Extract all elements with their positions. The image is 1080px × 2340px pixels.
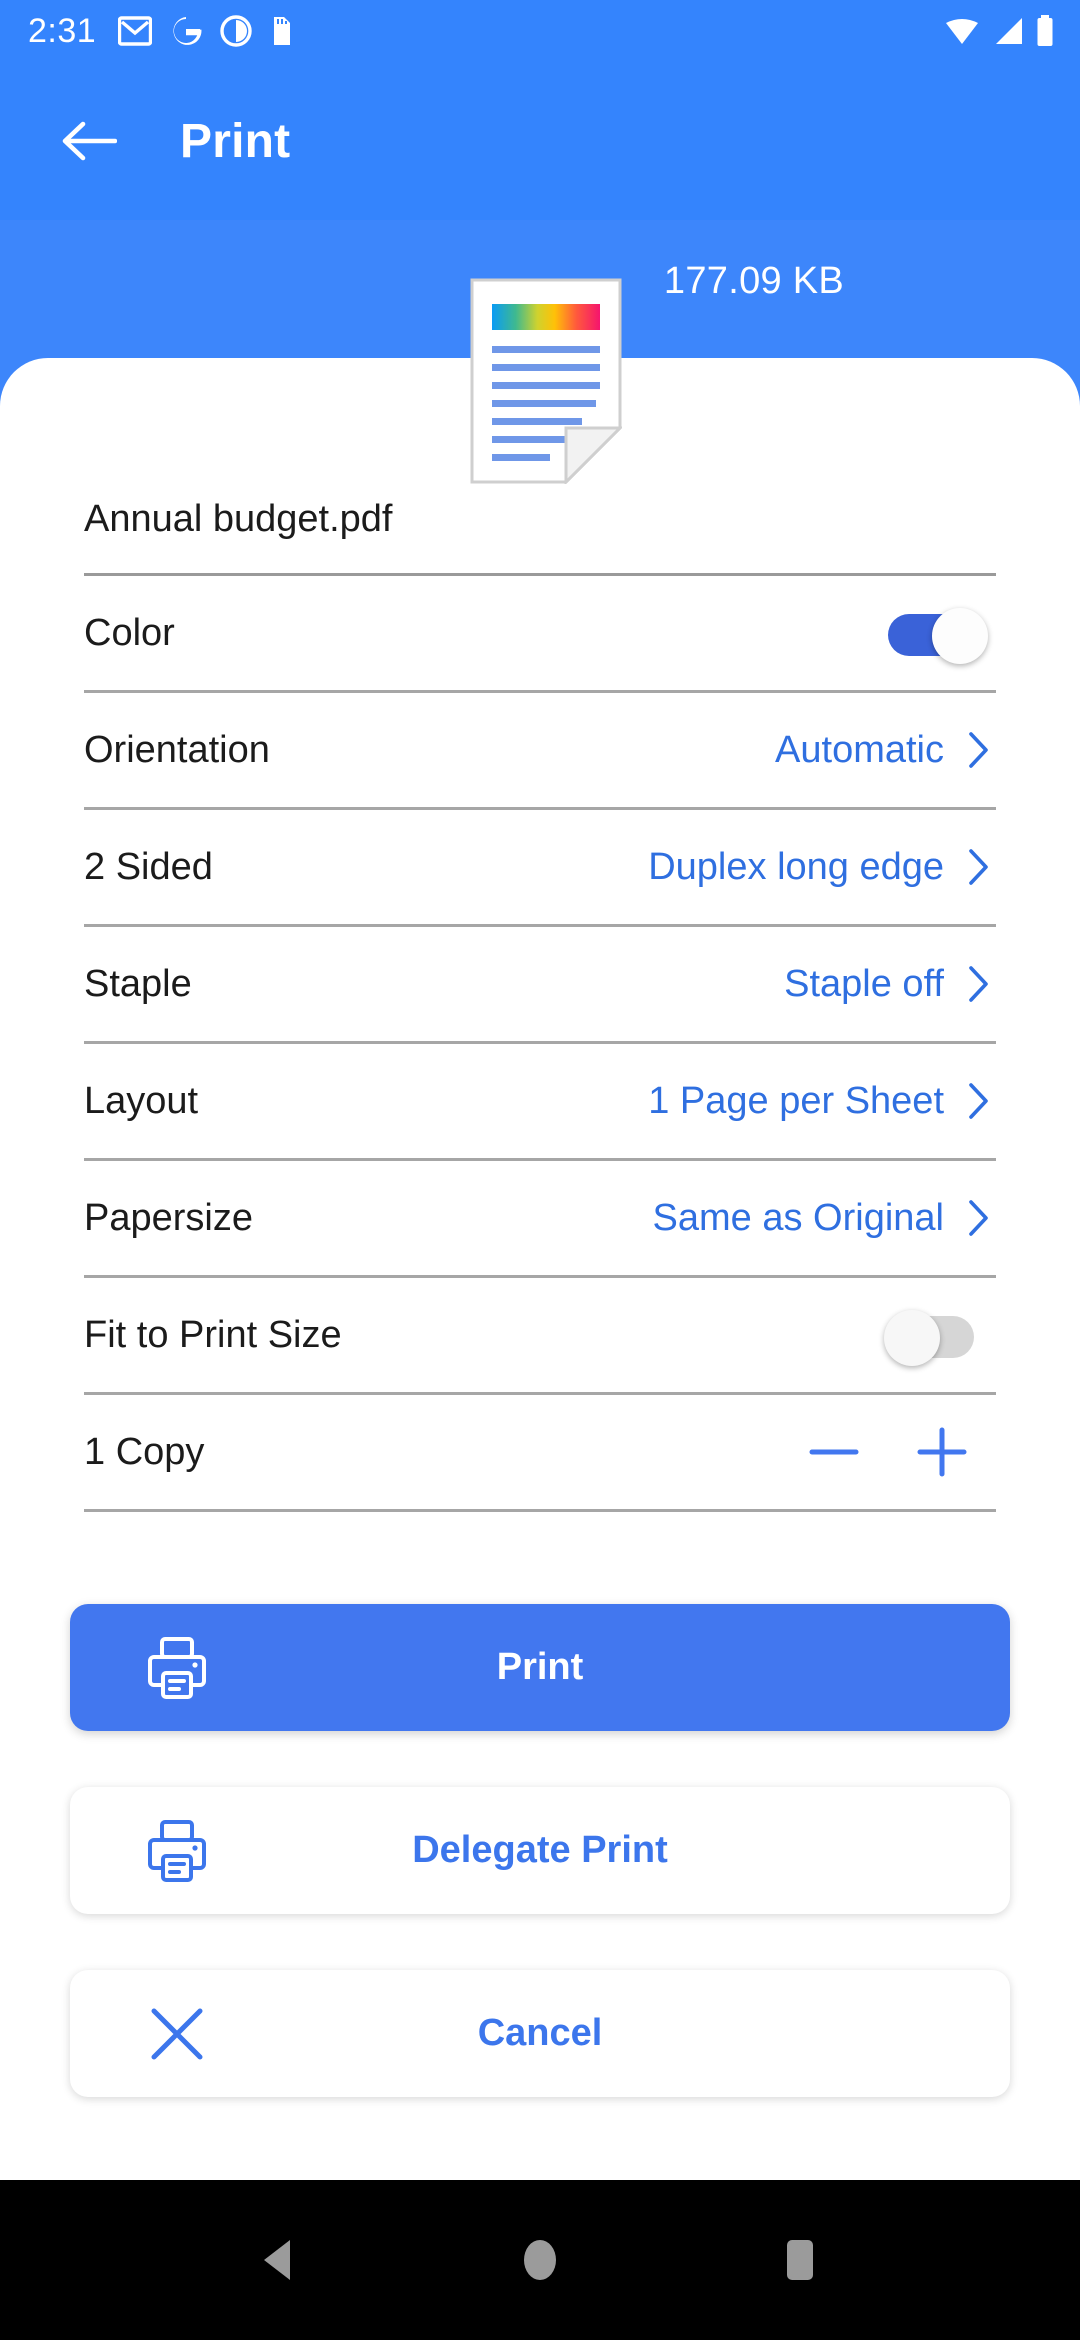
battery-icon: [1037, 15, 1053, 46]
filename-field[interactable]: Annual budget.pdf: [84, 500, 996, 576]
fit-to-print-size-toggle[interactable]: [884, 1310, 984, 1366]
chevron-right-icon: [966, 730, 992, 770]
minus-icon: [809, 1449, 859, 1455]
page-title: Print: [180, 114, 291, 168]
app-bar: Print: [0, 62, 1080, 220]
printer-icon: [142, 1816, 212, 1886]
android-nav-bar: [0, 2180, 1080, 2340]
toggle-knob: [932, 608, 988, 664]
option-row-orientation[interactable]: Orientation Automatic: [84, 693, 996, 810]
chevron-right-icon: [966, 847, 992, 887]
status-left-icons: [118, 15, 294, 47]
sd-card-icon: [274, 17, 291, 45]
increment-copies-button[interactable]: [906, 1416, 978, 1488]
option-label-2-sided: 2 Sided: [84, 845, 213, 888]
close-icon: [142, 1999, 212, 2069]
filename-value: Annual budget.pdf: [84, 498, 393, 540]
option-label-papersize: Papersize: [84, 1196, 253, 1239]
print-button[interactable]: Print: [70, 1604, 1010, 1731]
back-arrow-icon: [62, 121, 117, 161]
nav-back-icon: [264, 2240, 290, 2280]
nav-recents-button[interactable]: [745, 2205, 855, 2315]
print-dialog-screen: 2:31 Print 177.09 KB Annual budget.pdf C…: [0, 0, 1080, 2340]
nav-home-icon: [524, 2240, 556, 2280]
option-label-layout: Layout: [84, 1079, 199, 1122]
status-bar: 2:31: [0, 0, 1080, 62]
nav-back-button[interactable]: [225, 2205, 335, 2315]
wifi-icon: [946, 19, 978, 44]
option-label-orientation: Orientation: [84, 728, 270, 771]
option-label-fit-to-print-size: Fit to Print Size: [84, 1313, 342, 1356]
option-value-papersize: Same as Original: [652, 1196, 944, 1239]
option-row-papersize[interactable]: Papersize Same as Original: [84, 1161, 996, 1278]
document-thumbnail-icon: [470, 278, 622, 484]
option-label-color: Color: [84, 611, 175, 654]
copies-label: 1 Copy: [84, 1430, 205, 1473]
copies-stepper: [798, 1416, 978, 1488]
nav-home-button[interactable]: [485, 2205, 595, 2315]
gmail-icon: [118, 16, 153, 46]
plus-icon: [917, 1427, 967, 1477]
option-row-staple[interactable]: Staple Staple off: [84, 927, 996, 1044]
signal-icon: [996, 18, 1022, 44]
chevron-right-icon: [966, 1198, 992, 1238]
option-value-2-sided: Duplex long edge: [648, 845, 944, 888]
option-row-fit-to-print-size[interactable]: Fit to Print Size: [84, 1278, 996, 1395]
chevron-right-icon: [966, 1081, 992, 1121]
option-value-orientation: Automatic: [775, 728, 944, 771]
option-value-layout: 1 Page per Sheet: [648, 1079, 944, 1122]
option-label-staple: Staple: [84, 962, 192, 1005]
nav-recents-icon: [787, 2240, 813, 2280]
status-right-icons: [944, 15, 1054, 47]
chevron-right-icon: [966, 964, 992, 1004]
toggle-knob: [884, 1310, 940, 1366]
option-value-staple: Staple off: [784, 962, 944, 1005]
color-toggle[interactable]: [888, 608, 988, 664]
options-list: Annual budget.pdf Color Orientation Auto…: [84, 500, 996, 1512]
file-size-label: 177.09 KB: [663, 260, 845, 302]
option-row-copies: 1 Copy: [84, 1395, 996, 1512]
status-clock: 2:31: [28, 12, 97, 50]
delegate-print-button[interactable]: Delegate Print: [70, 1787, 1010, 1914]
cancel-button[interactable]: Cancel: [70, 1970, 1010, 2097]
back-button[interactable]: [50, 102, 128, 180]
options-sheet: Annual budget.pdf Color Orientation Auto…: [0, 358, 1080, 2180]
option-row-color[interactable]: Color: [84, 576, 996, 693]
option-row-layout[interactable]: Layout 1 Page per Sheet: [84, 1044, 996, 1161]
option-row-2-sided[interactable]: 2 Sided Duplex long edge: [84, 810, 996, 927]
app-icon: [220, 15, 252, 47]
printer-icon: [142, 1633, 212, 1703]
decrement-copies-button[interactable]: [798, 1416, 870, 1488]
action-buttons: Print Delegate Print Cancel: [70, 1604, 1010, 2153]
google-icon: [173, 17, 202, 45]
